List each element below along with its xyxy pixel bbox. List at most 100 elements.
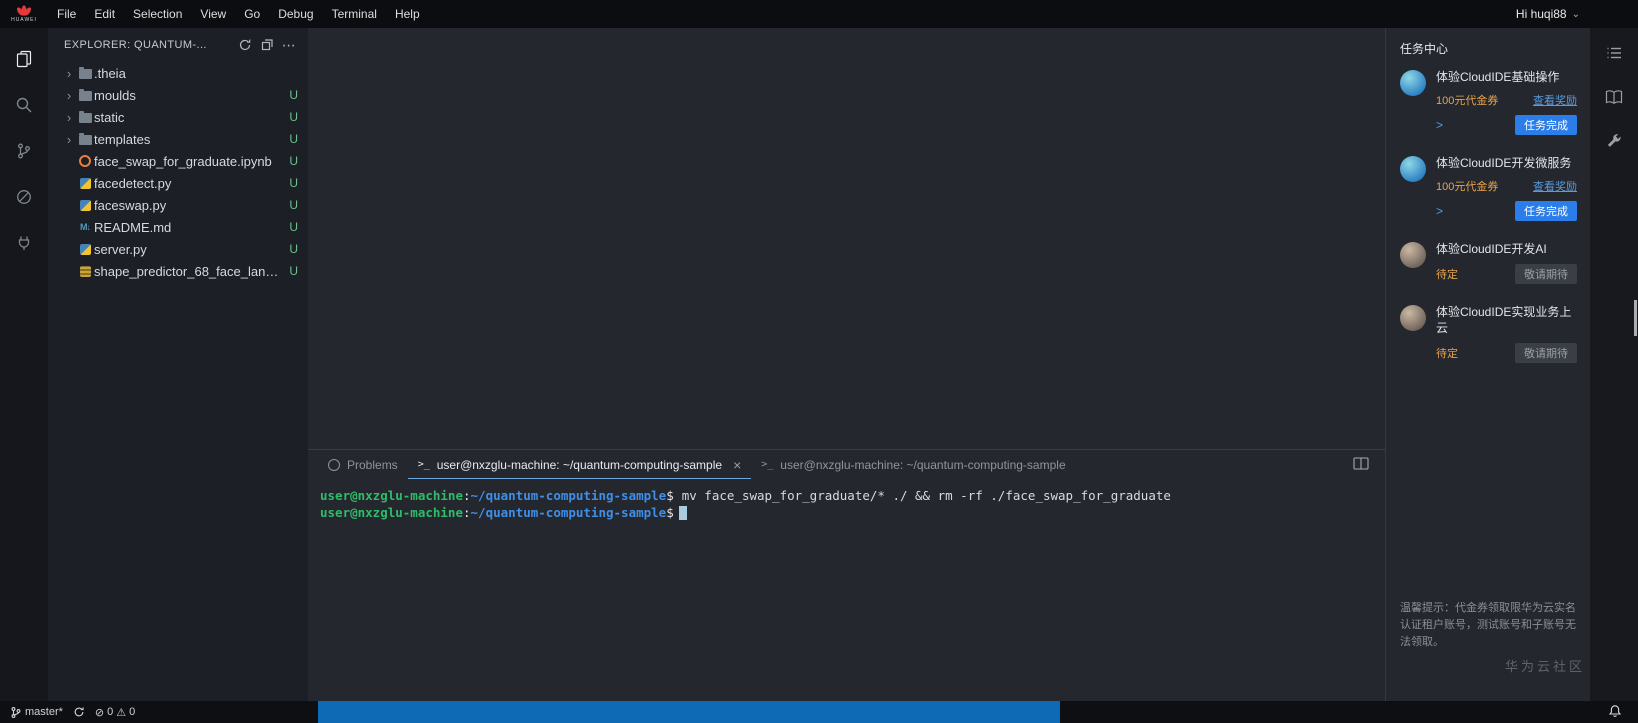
task-list: 体验CloudIDE基础操作 100元代金券 查看奖励 > 任务完成 体验Clo… (1386, 67, 1591, 363)
view-reward-link[interactable]: 查看奖励 (1533, 92, 1577, 108)
huawei-logo: HUAWEI (0, 5, 48, 23)
python-file-icon (76, 199, 94, 211)
task-reward: 100元代金券 (1436, 95, 1499, 107)
notifications-button[interactable] (1608, 704, 1622, 721)
scrollbar-thumb[interactable] (1634, 300, 1637, 336)
menu-file[interactable]: File (48, 7, 85, 21)
terminal-line: user@nxzglu-machine:~/quantum-computing-… (320, 504, 1385, 521)
folder-icon (76, 67, 94, 79)
task-title: 体验CloudIDE基础操作 (1436, 70, 1560, 84)
task-complete-button[interactable]: 任务完成 (1515, 201, 1577, 221)
tree-item-theia[interactable]: › .theia (48, 62, 308, 84)
folder-icon (76, 111, 94, 123)
search-activity-button[interactable] (0, 82, 48, 128)
task-card: 体验CloudIDE实现业务上云 待定 敬请期待 (1400, 304, 1577, 363)
book-icon (1605, 90, 1623, 105)
menu-go[interactable]: Go (235, 7, 269, 21)
view-reward-link[interactable]: 查看奖励 (1533, 178, 1577, 194)
chevron-down-icon: ⌄ (1571, 8, 1580, 20)
tree-item-shape-predictor[interactable]: shape_predictor_68_face_land... U (48, 260, 308, 282)
plugins-activity-button[interactable] (0, 220, 48, 266)
status-bar-left: master* ⊘ 0 ⚠ 0 (0, 701, 318, 723)
sync-changes-button[interactable] (73, 706, 85, 718)
coming-soon-button[interactable]: 敬请期待 (1515, 343, 1577, 363)
item-label: .theia (94, 65, 126, 81)
community-watermark: 华为云社区 (1504, 659, 1585, 674)
docs-button[interactable] (1604, 88, 1624, 106)
list-icon (1607, 47, 1621, 59)
status-bar-accent-segment (318, 701, 1060, 723)
tree-item-templates[interactable]: › templates U (48, 128, 308, 150)
refresh-button[interactable] (234, 38, 256, 52)
status-bar-right (1060, 701, 1638, 723)
prompt-dollar: $ (666, 488, 674, 503)
user-menu[interactable]: Hi huqi88 ⌄ (1516, 7, 1580, 21)
right-icon-strip (1590, 28, 1638, 701)
tree-item-faceswap[interactable]: faceswap.py U (48, 194, 308, 216)
collapse-all-button[interactable] (256, 38, 278, 52)
chevron-right-icon: › (66, 109, 72, 125)
git-branch-indicator[interactable]: master* (10, 706, 63, 719)
more-actions-button[interactable]: ⋯ (278, 37, 300, 54)
tree-item-readme[interactable]: M↓ README.md U (48, 216, 308, 238)
tab-terminal-2[interactable]: >_ user@nxzglu-machine: ~/quantum-comput… (751, 450, 1075, 479)
huawei-flower-icon (17, 5, 31, 16)
tools-button[interactable] (1605, 132, 1623, 150)
branch-name: master* (25, 706, 63, 718)
tree-item-moulds[interactable]: › moulds U (48, 84, 308, 106)
tree-item-facedetect[interactable]: facedetect.py U (48, 172, 308, 194)
problems-indicator[interactable]: ⊘ 0 ⚠ 0 (95, 706, 135, 719)
menu-help[interactable]: Help (386, 7, 429, 21)
menu-edit[interactable]: Edit (85, 7, 124, 21)
chevron-right-icon: › (66, 87, 72, 103)
task-status: 待定 (1436, 348, 1458, 360)
terminal-icon: >_ (761, 459, 774, 470)
task-center-panel: 任务中心 体验CloudIDE基础操作 100元代金券 查看奖励 > 任务完成 (1385, 28, 1591, 701)
item-label: static (94, 109, 125, 125)
menu-terminal[interactable]: Terminal (323, 7, 386, 21)
python-file-icon (76, 177, 94, 189)
source-control-activity-button[interactable] (0, 128, 48, 174)
task-complete-button[interactable]: 任务完成 (1515, 115, 1577, 135)
plug-icon (18, 236, 30, 250)
task-center-title: 任务中心 (1400, 42, 1449, 56)
task-card: 体验CloudIDE开发微服务 100元代金券 查看奖励 > 任务完成 (1400, 155, 1577, 221)
menu-selection[interactable]: Selection (124, 7, 191, 21)
files-icon (16, 50, 32, 68)
close-icon[interactable]: × (733, 457, 741, 473)
tab-label: user@nxzglu-machine: ~/quantum-computing… (780, 457, 1066, 472)
debug-activity-button[interactable] (0, 174, 48, 220)
prompt-path: ~/quantum-computing-sample (470, 488, 667, 503)
tab-problems[interactable]: Problems (318, 450, 408, 479)
item-label: shape_predictor_68_face_land... (94, 263, 280, 279)
terminal-command: mv face_swap_for_graduate/* ./ && rm -rf… (681, 488, 1171, 503)
git-status-badge: U (289, 198, 298, 212)
explorer-activity-button[interactable] (0, 36, 48, 82)
search-icon (16, 97, 32, 113)
coming-soon-button[interactable]: 敬请期待 (1515, 264, 1577, 284)
expand-task-button[interactable]: > (1436, 204, 1443, 218)
terminal-line: user@nxzglu-machine:~/quantum-computing-… (320, 487, 1385, 504)
refresh-icon (239, 39, 251, 51)
task-list-button[interactable] (1605, 44, 1623, 62)
tree-item-static[interactable]: › static U (48, 106, 308, 128)
terminal-output[interactable]: user@nxzglu-machine:~/quantum-computing-… (308, 479, 1385, 667)
notebook-file-icon (76, 155, 94, 167)
collapse-all-icon (261, 39, 273, 51)
tree-item-ipynb[interactable]: face_swap_for_graduate.ipynb U (48, 150, 308, 172)
menu-view[interactable]: View (191, 7, 235, 21)
editor-area[interactable] (308, 28, 1385, 449)
git-status-badge: U (289, 88, 298, 102)
refresh-icon (74, 707, 84, 717)
tab-terminal-1[interactable]: >_ user@nxzglu-machine: ~/quantum-comput… (408, 450, 752, 479)
terminal-cursor (678, 506, 687, 520)
expand-task-button[interactable]: > (1436, 118, 1443, 132)
task-badge-icon (1400, 70, 1426, 96)
bell-icon (1608, 705, 1622, 717)
tab-label: Problems (347, 457, 398, 472)
tree-item-server[interactable]: server.py U (48, 238, 308, 260)
terminal-panel: Problems >_ user@nxzglu-machine: ~/quant… (308, 449, 1385, 701)
python-file-icon (76, 243, 94, 255)
menu-debug[interactable]: Debug (269, 7, 322, 21)
split-terminal-button[interactable] (1353, 457, 1369, 473)
